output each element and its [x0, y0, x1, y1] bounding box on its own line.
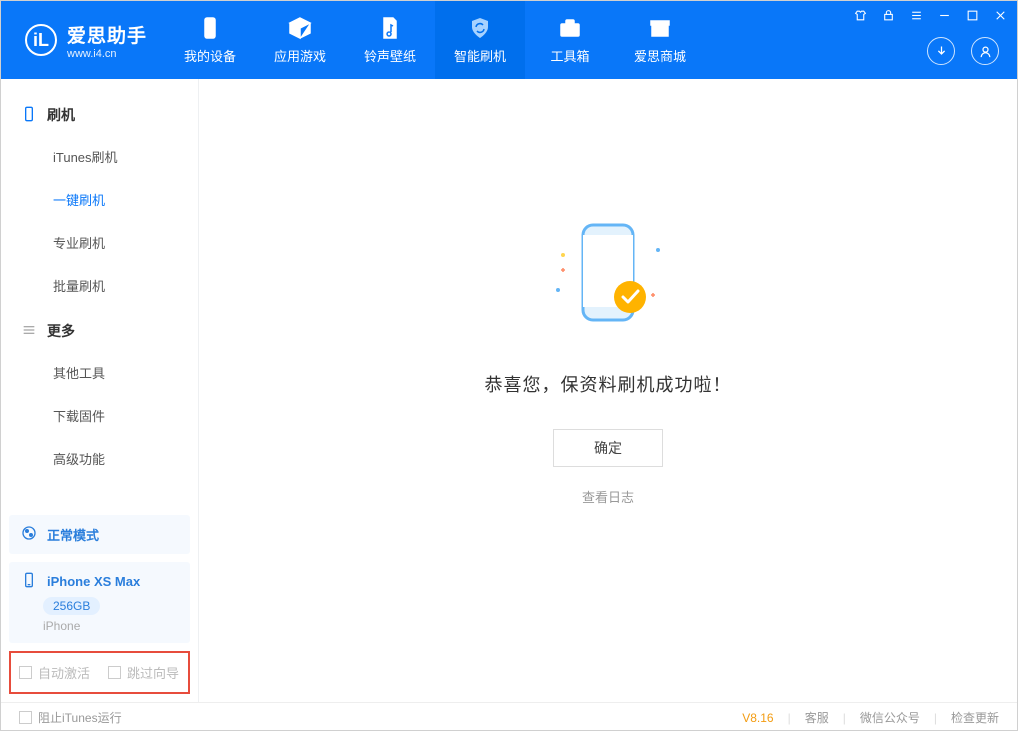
- menu-icon[interactable]: [910, 9, 923, 25]
- mode-label: 正常模式: [47, 525, 99, 544]
- header: iL 爱思助手 www.i4.cn 我的设备 应用游戏 铃声壁纸 智能刷机 工具…: [1, 1, 1017, 79]
- support-link[interactable]: 客服: [805, 709, 829, 726]
- app-logo-icon: iL: [25, 24, 57, 56]
- nav-ringtones[interactable]: 铃声壁纸: [345, 1, 435, 79]
- view-log-link[interactable]: 查看日志: [582, 487, 634, 506]
- mode-icon: [21, 525, 37, 544]
- logo[interactable]: iL 爱思助手 www.i4.cn: [1, 21, 165, 60]
- device-type: iPhone: [43, 619, 178, 633]
- maximize-button[interactable]: [966, 9, 979, 25]
- checkbox-skip-guide[interactable]: 跳过向导: [108, 663, 179, 682]
- device-icon: [198, 16, 222, 40]
- checkbox-icon: [108, 666, 121, 679]
- wechat-link[interactable]: 微信公众号: [860, 709, 920, 726]
- app-subtitle: www.i4.cn: [67, 48, 147, 60]
- checkbox-label: 自动激活: [38, 663, 90, 682]
- menu-icon: [21, 322, 37, 341]
- device-name: iPhone XS Max: [47, 574, 140, 589]
- checkbox-auto-activate[interactable]: 自动激活: [19, 663, 90, 682]
- download-button[interactable]: [927, 37, 955, 65]
- nav-smart-flash[interactable]: 智能刷机: [435, 1, 525, 79]
- checkbox-icon: [19, 711, 32, 724]
- sidebar-item-download-firmware[interactable]: 下载固件: [1, 394, 198, 437]
- toolbox-icon: [558, 16, 582, 40]
- success-illustration: [543, 215, 673, 345]
- version-label: V8.16: [742, 711, 773, 725]
- options-box: 自动激活 跳过向导: [9, 651, 190, 694]
- nav-label: 爱思商城: [634, 46, 686, 65]
- user-button[interactable]: [971, 37, 999, 65]
- store-icon: [648, 16, 672, 40]
- nav-my-device[interactable]: 我的设备: [165, 1, 255, 79]
- nav-toolbox[interactable]: 工具箱: [525, 1, 615, 79]
- footer: 阻止iTunes运行 V8.16 | 客服 | 微信公众号 | 检查更新: [1, 702, 1017, 732]
- cube-icon: [288, 16, 312, 40]
- phone-icon: [21, 572, 37, 591]
- sidebar-group-flash: 刷机: [1, 91, 198, 135]
- sidebar-item-advanced[interactable]: 高级功能: [1, 437, 198, 480]
- group-title: 刷机: [47, 105, 75, 125]
- checkbox-block-itunes[interactable]: 阻止iTunes运行: [19, 709, 122, 726]
- sidebar-item-pro-flash[interactable]: 专业刷机: [1, 221, 198, 264]
- sidebar-item-itunes-flash[interactable]: iTunes刷机: [1, 135, 198, 178]
- top-nav: 我的设备 应用游戏 铃声壁纸 智能刷机 工具箱 爱思商城: [165, 1, 705, 79]
- nav-apps-games[interactable]: 应用游戏: [255, 1, 345, 79]
- music-file-icon: [378, 16, 402, 40]
- nav-label: 我的设备: [184, 46, 236, 65]
- nav-label: 铃声壁纸: [364, 46, 416, 65]
- main-content: 恭喜您，保资料刷机成功啦！ 确定 查看日志: [199, 79, 1017, 702]
- group-title: 更多: [47, 321, 75, 341]
- sidebar-group-more: 更多: [1, 307, 198, 351]
- refresh-shield-icon: [468, 16, 492, 40]
- nav-label: 智能刷机: [454, 46, 506, 65]
- close-button[interactable]: [994, 9, 1007, 25]
- nav-store[interactable]: 爱思商城: [615, 1, 705, 79]
- sidebar: 刷机 iTunes刷机 一键刷机 专业刷机 批量刷机 更多 其他工具 下载固件 …: [1, 79, 199, 702]
- device-card[interactable]: iPhone XS Max 256GB iPhone: [9, 562, 190, 643]
- nav-label: 工具箱: [551, 46, 590, 65]
- sidebar-item-other-tools[interactable]: 其他工具: [1, 351, 198, 394]
- mode-card[interactable]: 正常模式: [9, 515, 190, 554]
- app-title: 爱思助手: [67, 21, 147, 48]
- shirt-icon[interactable]: [854, 9, 867, 25]
- checkbox-icon: [19, 666, 32, 679]
- window-controls: [854, 9, 1007, 25]
- checkbox-label: 阻止iTunes运行: [38, 709, 122, 726]
- sidebar-item-oneclick-flash[interactable]: 一键刷机: [1, 178, 198, 221]
- check-update-link[interactable]: 检查更新: [951, 709, 999, 726]
- sidebar-item-batch-flash[interactable]: 批量刷机: [1, 264, 198, 307]
- ok-button[interactable]: 确定: [553, 429, 663, 467]
- storage-badge: 256GB: [43, 597, 100, 615]
- success-message: 恭喜您，保资料刷机成功啦！: [485, 371, 732, 397]
- nav-label: 应用游戏: [274, 46, 326, 65]
- phone-icon: [21, 106, 37, 125]
- header-actions: [927, 37, 999, 65]
- minimize-button[interactable]: [938, 9, 951, 25]
- checkbox-label: 跳过向导: [127, 663, 179, 682]
- lock-icon[interactable]: [882, 9, 895, 25]
